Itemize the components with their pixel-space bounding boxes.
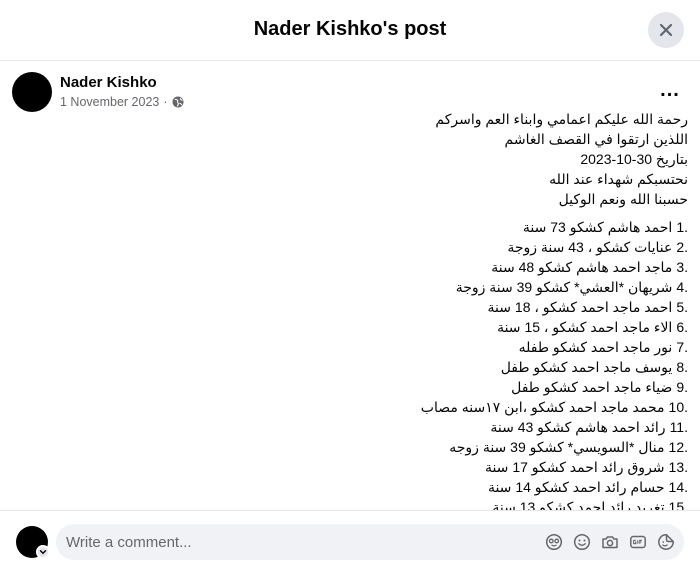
list-item-number: 4. <box>676 279 688 295</box>
list-item-number: 2. <box>676 239 688 255</box>
more-options-button[interactable]: ... <box>656 76 684 104</box>
post-date[interactable]: 1 November 2023 <box>60 95 159 109</box>
list-item-text: حسام رائد احمد كشكو 14 سنة <box>487 479 665 495</box>
gif-icon[interactable] <box>628 532 648 552</box>
camera-icon[interactable] <box>600 532 620 552</box>
list-item: 5. احمد ماجد احمد كشكو ، 18 سنة <box>288 297 688 317</box>
list-item-number: 6. <box>676 319 688 335</box>
list-item: 7. نور ماجد احمد كشكو طفله <box>288 337 688 357</box>
list-item-text: ضياء ماجد احمد كشكو طفل <box>511 379 673 395</box>
list-item-text: نور ماجد احمد كشكو طفله <box>518 339 673 355</box>
sticker-icon[interactable] <box>656 532 676 552</box>
intro-line: حسبنا الله ونعم الوكيل <box>558 191 688 207</box>
avatar-sticker-icon[interactable] <box>544 532 564 552</box>
meta-separator: · <box>163 95 168 109</box>
list-item-number: 10. <box>668 399 688 415</box>
list-item: 8. يوسف ماجد احمد كشكو طفل <box>288 357 688 377</box>
post-scrollbar[interactable] <box>692 124 700 510</box>
list-item-text: يوسف ماجد احمد كشكو طفل <box>500 359 673 375</box>
list-item-text: شريهان *العشي* كشكو 39 سنة زوجة <box>455 279 673 295</box>
intro-line: بتاريخ 30-10-2023 <box>580 151 688 167</box>
list-item: 4. شريهان *العشي* كشكو 39 سنة زوجة <box>288 277 688 297</box>
author-name[interactable]: Nader Kishko <box>60 74 157 91</box>
globe-icon <box>172 96 184 108</box>
list-item-text: شروق رائد احمد كشكو 17 سنة <box>484 459 665 475</box>
list-item-number: 5. <box>676 299 688 315</box>
list-item-number: 8. <box>676 359 688 375</box>
list-item-number: 11. <box>669 419 688 435</box>
emoji-icon[interactable] <box>572 532 592 552</box>
list-item: 1. احمد هاشم كشكو 73 سنة <box>288 217 688 237</box>
dialog-header: Nader Kishko's post <box>0 0 700 61</box>
post-content-area: Nader Kishko 1 November 2023 · ... رحمة … <box>0 62 700 510</box>
list-item-text: محمد ماجد احمد كشكو ،ابن ١٧سنه مصاب <box>420 399 665 415</box>
chevron-down-icon <box>39 550 47 555</box>
dialog-title: Nader Kishko's post <box>253 18 447 40</box>
list-item-text: عنايات كشكو ، 43 سنة زوجة <box>507 239 673 255</box>
list-item-number: 12. <box>668 439 688 455</box>
list-item-number: 14. <box>668 479 688 495</box>
list-item-text: احمد ماجد احمد كشكو ، 18 سنة <box>487 299 673 315</box>
intro-line: نحتسبكم شهداء عند الله <box>549 171 688 187</box>
comment-bar <box>0 510 700 577</box>
list-item: 6. الاء ماجد احمد كشكو ، 15 سنة <box>288 317 688 337</box>
comment-box <box>56 524 684 560</box>
list-item-number: 9. <box>676 379 688 395</box>
list-item: 12. منال *السويسي* كشكو 39 سنة زوجه <box>288 437 688 457</box>
list-item: 10. محمد ماجد احمد كشكو ،ابن ١٧سنه مصاب <box>288 397 688 417</box>
list-item-text: الاء ماجد احمد كشكو ، 15 سنة <box>497 319 673 335</box>
list-item-number: 15. <box>668 499 688 510</box>
list-item-number: 1. <box>676 219 688 235</box>
close-button[interactable] <box>648 12 684 48</box>
list-item: 2. عنايات كشكو ، 43 سنة زوجة <box>288 237 688 257</box>
list-item-number: 13. <box>668 459 688 475</box>
list-item-text: تغريد رائد احمد كشكو 13 سنة <box>492 499 665 510</box>
list-item-text: احمد هاشم كشكو 73 سنة <box>522 219 673 235</box>
comment-actions <box>544 532 676 552</box>
list-item-text: منال *السويسي* كشكو 39 سنة زوجه <box>449 439 665 455</box>
post-text: رحمة الله عليكم اعمامي وابناء العم واسرك… <box>288 109 688 510</box>
intro-line: اللذين ارتقوا في القصف الغاشم <box>504 131 688 147</box>
list-item-number: 3. <box>676 259 688 275</box>
list-item: 13. شروق رائد احمد كشكو 17 سنة <box>288 457 688 477</box>
list-item-text: رائد احمد هاشم كشكو 43 سنة <box>490 419 666 435</box>
list-item: 14. حسام رائد احمد كشكو 14 سنة <box>288 477 688 497</box>
post-meta: 1 November 2023 · <box>60 95 184 109</box>
close-icon <box>659 23 673 37</box>
comment-input[interactable] <box>66 524 536 560</box>
list-item-text: ماجد احمد هاشم كشكو 48 سنة <box>491 259 673 275</box>
list-item: 3. ماجد احمد هاشم كشكو 48 سنة <box>288 257 688 277</box>
list-item: 9. ضياء ماجد احمد كشكو طفل <box>288 377 688 397</box>
list-item-number: 7. <box>676 339 688 355</box>
profile-switch-badge[interactable] <box>36 545 50 559</box>
intro-line: رحمة الله عليكم اعمامي وابناء العم واسرك… <box>435 111 688 127</box>
list-item: 15. تغريد رائد احمد كشكو 13 سنة <box>288 497 688 510</box>
author-avatar[interactable] <box>12 72 52 112</box>
list-item: 11. رائد احمد هاشم كشكو 43 سنة <box>288 417 688 437</box>
